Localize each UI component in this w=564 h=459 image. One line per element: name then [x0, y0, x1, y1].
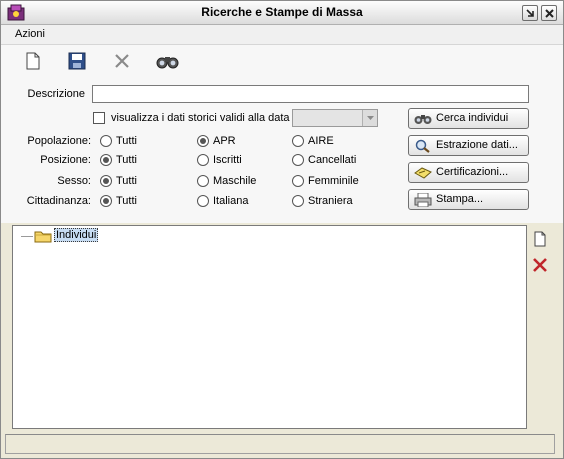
stampa-button[interactable]: Stampa... — [408, 189, 529, 210]
popolazione-tutti-radio[interactable] — [100, 135, 112, 147]
cittadinanza-tutti-label: Tutti — [116, 195, 137, 207]
certificate-icon — [414, 167, 432, 179]
popolazione-aire-label: AIRE — [308, 135, 334, 147]
popolazione-aire-radio[interactable] — [292, 135, 304, 147]
toolbar — [1, 45, 563, 77]
chevron-down-icon — [367, 116, 374, 120]
save-button[interactable] — [66, 50, 88, 72]
minimize-icon — [526, 9, 534, 17]
cerca-individui-button[interactable]: Cerca individui — [408, 108, 529, 129]
tree-connector — [21, 236, 33, 237]
posizione-cancellati-label: Cancellati — [308, 154, 357, 166]
close-window-button[interactable] — [541, 5, 557, 21]
new-button[interactable] — [22, 50, 44, 72]
sesso-femminile-label: Femminile — [308, 175, 359, 187]
window-title: Ricerche e Stampe di Massa — [201, 5, 363, 19]
combo-arrow[interactable] — [362, 110, 377, 126]
search-form: Descrizione visualizza i dati storici va… — [1, 77, 563, 223]
remove-item-button[interactable] — [532, 257, 548, 273]
cittadinanza-italiana-radio[interactable] — [197, 195, 209, 207]
remove-x-icon — [533, 258, 547, 272]
close-icon — [545, 9, 554, 18]
sesso-tutti-label: Tutti — [116, 175, 137, 187]
sesso-tutti-radio[interactable] — [100, 175, 112, 187]
delete-button[interactable] — [111, 50, 133, 72]
posizione-label: Posizione: — [40, 154, 91, 166]
new-item-icon — [534, 231, 546, 247]
cittadinanza-tutti-radio[interactable] — [100, 195, 112, 207]
sesso-label: Sesso: — [57, 175, 91, 187]
estrazione-dati-label: Estrazione dati... — [436, 139, 518, 151]
cittadinanza-straniera-label: Straniera — [308, 195, 353, 207]
posizione-cancellati-radio[interactable] — [292, 154, 304, 166]
sesso-maschile-radio[interactable] — [197, 175, 209, 187]
stampa-label: Stampa... — [436, 193, 484, 205]
popolazione-apr-radio[interactable] — [197, 135, 209, 147]
posizione-tutti-radio[interactable] — [100, 154, 112, 166]
binoculars-icon — [414, 115, 432, 124]
results-tree[interactable]: Individui — [12, 225, 527, 429]
sesso-femminile-radio[interactable] — [292, 175, 304, 187]
title-bar[interactable]: Ricerche e Stampe di Massa — [1, 1, 563, 25]
popolazione-apr-label: APR — [213, 135, 236, 147]
save-disk-icon — [68, 52, 86, 70]
descrizione-label: Descrizione — [27, 88, 85, 100]
storici-checkbox[interactable] — [93, 112, 105, 124]
cittadinanza-italiana-label: Italiana — [213, 195, 249, 207]
storici-checkbox-label: visualizza i dati storici validi alla da… — [111, 112, 290, 124]
delete-x-icon — [115, 54, 129, 68]
menu-bar: Azioni — [1, 25, 563, 45]
main-window: Ricerche e Stampe di Massa Azioni Descri… — [0, 0, 564, 459]
estrazione-dati-button[interactable]: Estrazione dati... — [408, 135, 529, 156]
sesso-maschile-label: Maschile — [213, 175, 257, 187]
posizione-iscritti-radio[interactable] — [197, 154, 209, 166]
cittadinanza-label: Cittadinanza: — [26, 195, 91, 207]
status-bar — [5, 434, 555, 454]
posizione-iscritti-label: Iscritti — [213, 154, 242, 166]
cerca-individui-label: Cerca individui — [436, 112, 509, 124]
popolazione-tutti-label: Tutti — [116, 135, 137, 147]
certificazioni-button[interactable]: Certificazioni... — [408, 162, 529, 183]
new-document-icon — [26, 52, 40, 70]
binoculars-icon — [156, 57, 179, 69]
minimize-button[interactable] — [522, 5, 538, 21]
search-button[interactable] — [156, 50, 179, 72]
certificazioni-label: Certificazioni... — [436, 166, 509, 178]
magnifier-icon — [415, 139, 430, 153]
cittadinanza-straniera-radio[interactable] — [292, 195, 304, 207]
popolazione-label: Popolazione: — [27, 135, 91, 147]
folder-icon — [34, 231, 52, 243]
descrizione-input[interactable] — [92, 85, 529, 103]
posizione-tutti-label: Tutti — [116, 154, 137, 166]
menu-azioni[interactable]: Azioni — [15, 28, 45, 40]
tree-node-individui[interactable]: Individui — [54, 228, 99, 242]
storici-date-select[interactable] — [292, 109, 378, 127]
add-item-button[interactable] — [532, 231, 548, 247]
printer-icon — [414, 193, 432, 207]
